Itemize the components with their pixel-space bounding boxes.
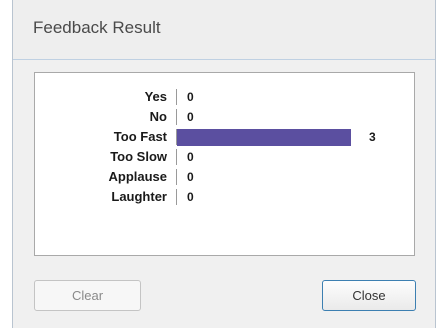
chart-row: Too Slow 0 [35, 147, 415, 167]
clear-button[interactable]: Clear [34, 280, 141, 311]
axis-line [176, 189, 177, 205]
title-bar: Feedback Result [13, 0, 435, 60]
value-label: 0 [187, 110, 194, 124]
feedback-result-dialog: Feedback Result Yes 0 No 0 Too Fast 3 Too Slow… [12, 0, 436, 328]
chart-row: Laughter 0 [35, 187, 415, 207]
value-label: 0 [187, 150, 194, 164]
chart-row: Yes 0 [35, 87, 415, 107]
axis-line [176, 169, 177, 185]
category-label: Yes [144, 89, 167, 104]
value-label: 0 [187, 170, 194, 184]
category-label: Too Slow [110, 149, 167, 164]
axis-line [176, 89, 177, 105]
axis-line [176, 109, 177, 125]
category-label: Laughter [111, 189, 167, 204]
value-label: 3 [369, 130, 376, 144]
chart-row: Applause 0 [35, 167, 415, 187]
category-label: Too Fast [113, 129, 167, 144]
close-button[interactable]: Close [322, 280, 416, 311]
category-label: Applause [108, 169, 167, 184]
axis-line [176, 149, 177, 165]
category-label: No [149, 109, 167, 124]
value-label: 0 [187, 190, 194, 204]
value-label: 0 [187, 90, 194, 104]
chart-row: No 0 [35, 107, 415, 127]
chart-row: Too Fast 3 [35, 127, 415, 147]
bar [177, 129, 351, 146]
dialog-content: Yes 0 No 0 Too Fast 3 Too Slow 0 Applause 0 Laught… [13, 60, 435, 328]
dialog-title: Feedback Result [33, 18, 161, 37]
feedback-chart: Yes 0 No 0 Too Fast 3 Too Slow 0 Applause 0 Laught… [34, 72, 415, 256]
